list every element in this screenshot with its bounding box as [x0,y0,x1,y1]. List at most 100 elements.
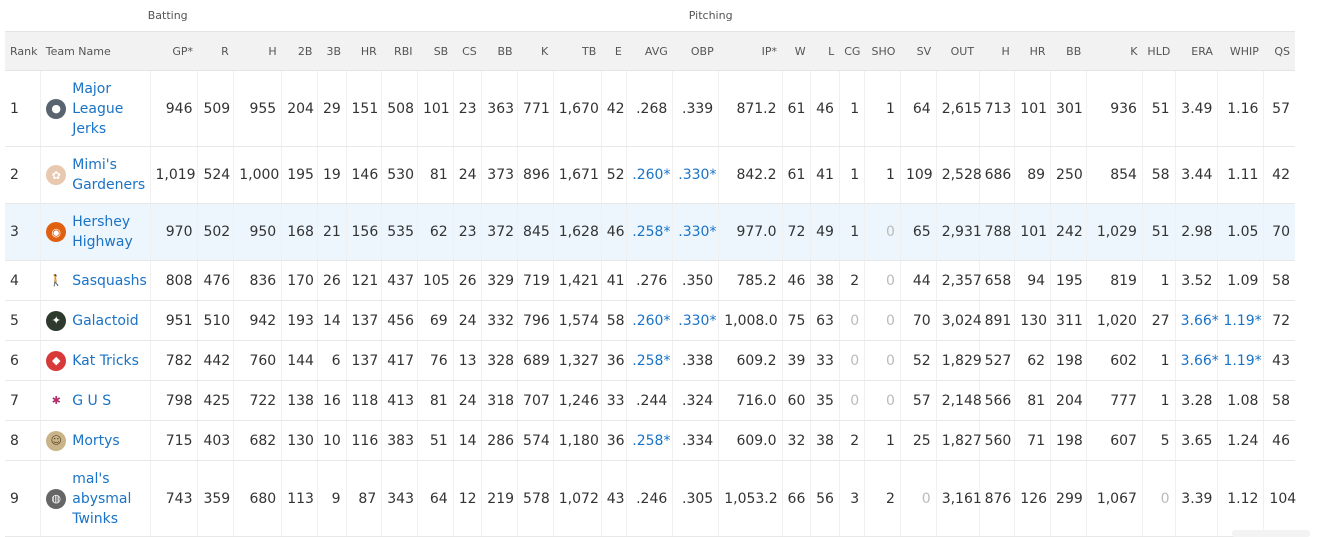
column-header-hr-7[interactable]: HR [346,31,382,71]
stat-cell-h: 658 [978,260,1015,301]
column-header-l-19[interactable]: L [810,31,840,71]
team-name-link[interactable]: Mortys [72,431,119,451]
stat-cell-out: 2,615 [935,70,982,147]
stat-cell-whip: 1.19* [1217,300,1264,341]
stat-cell-whip: 1.16 [1217,70,1264,147]
team-name-link[interactable]: Hershey Highway [72,212,144,252]
stat-cell-bb: 311 [1050,300,1087,341]
column-header-r-3[interactable]: R [197,31,234,71]
stat-cell-whip: 1.19* [1217,340,1264,381]
column-header-sv-22[interactable]: SV [900,31,937,71]
column-header-w-18[interactable]: W [782,31,811,71]
stat-cell-k: 602 [1085,340,1143,381]
stat-cell-ip: 609.0 [718,420,783,461]
stat-cell-l: 56 [810,460,840,537]
stat-cell-h: 566 [978,380,1015,421]
stat-cell-hr: 130 [1014,300,1051,341]
table-row[interactable]: 5 ✦ Galactoid 951 510 942 193 14 137 456 69 24 332 79… [5,300,1295,341]
stat-cell-k: 578 [517,460,554,537]
column-header-whip-30[interactable]: WHIP [1217,31,1264,71]
stat-cell-2b: 195 [281,146,318,204]
flower-avatar-icon: ✿ [46,165,67,185]
team-name-link[interactable]: Kat Tricks [72,351,139,371]
column-header-sho-21[interactable]: SHO [864,31,901,71]
stat-cell-era: 3.28 [1174,380,1218,421]
column-header-hld-28[interactable]: HLD [1142,31,1176,71]
rank-cell: 9 [5,460,41,537]
table-row[interactable]: 7 ✱ G U S 798 425 722 138 16 118 413 81 24 318 707 1,2… [5,380,1295,421]
stat-cell-h: 527 [978,340,1015,381]
team-cell: 🚶 Sasquashs [40,260,150,301]
stat-cell-gp: 1,019 [149,146,198,204]
column-header-3b-6[interactable]: 3B [317,31,347,71]
stat-cell-out: 1,829 [935,340,982,381]
team-name-link[interactable]: Sasquashs [72,271,147,291]
column-header-avg-15[interactable]: AVG [626,31,673,71]
stat-cell-r: 476 [197,260,234,301]
stat-cell-out: 3,024 [935,300,982,341]
stat-cell-whip: 1.08 [1217,380,1264,421]
table-row[interactable]: 8 ☺ Mortys 715 403 682 130 10 116 383 51 14 286 574 1,… [5,420,1295,461]
column-header-cs-10[interactable]: CS [453,31,482,71]
column-header-gp-2[interactable]: GP* [150,31,198,71]
column-header-h-24[interactable]: H [979,31,1015,71]
stat-cell-hr: 121 [345,260,382,301]
stat-cell-hld: 5 [1141,420,1176,461]
table-row[interactable]: 2 ✿ Mimi's Gardeners 1,019 524 1,000 195 19 146 5… [5,146,1295,204]
stat-cell-ip: 609.2 [718,340,783,381]
stat-cell-ip: 716.0 [718,380,783,421]
column-header-ip-17[interactable]: IP* [718,31,783,71]
stat-cell-hld: 27 [1141,300,1176,341]
stat-cell-gp: 715 [149,420,198,461]
column-header-e-14[interactable]: E [601,31,627,71]
stat-cell-ip: 785.2 [718,260,783,301]
stat-cell-e: 36 [600,340,627,381]
column-header-k-12[interactable]: K [517,31,554,71]
team-name-link[interactable]: mal's abysmal Twinks [72,469,144,529]
stat-cell-sb: 76 [416,340,454,381]
table-row[interactable]: 1 ● Major League Jerks 946 509 955 204 29 151 508… [5,70,1295,147]
stat-cell-era: 3.66* [1174,340,1219,381]
stat-cell-qs: 57 [1263,70,1295,147]
team-name-link[interactable]: Major League Jerks [72,79,144,139]
team-cell: ◉ Hershey Highway [40,203,150,261]
table-row[interactable]: 9 ◍ mal's abysmal Twinks 743 359 680 113 9 87 343… [5,460,1296,537]
stat-cell-tb: 1,671 [552,146,602,204]
stat-cell-cs: 24 [452,380,482,421]
stat-cell-e: 33 [600,380,627,421]
column-header-obp-16[interactable]: OBP [672,31,719,71]
stat-cell-3b: 10 [316,420,347,461]
column-header-team-name-1[interactable]: Team Name [40,31,150,71]
column-header-h-4[interactable]: H [233,31,282,71]
stat-cell-era: 3.44 [1174,146,1218,204]
stat-cell-2b: 130 [281,420,318,461]
column-header-hr-25[interactable]: HR [1014,31,1051,71]
stat-cell-e: 52 [600,146,627,204]
stat-cell-h: 686 [978,146,1015,204]
stat-cell-bb: 301 [1050,70,1087,147]
team-name-link[interactable]: Galactoid [72,311,138,331]
table-row[interactable]: 4 🚶 Sasquashs 808 476 836 170 26 121 437 105 26 329 7… [5,260,1295,301]
column-header-cg-20[interactable]: CG [839,31,865,71]
column-header-k-27[interactable]: K [1086,31,1143,71]
table-row[interactable]: 6 ◆ Kat Tricks 782 442 760 144 6 137 417 76 13 328 68… [5,340,1295,381]
stat-cell-sv: 0 [899,460,937,537]
column-header-qs-31[interactable]: QS [1263,31,1295,71]
column-header-2b-5[interactable]: 2B [281,31,318,71]
team-name-link[interactable]: G U S [72,391,111,411]
stat-cell-bb: 242 [1050,203,1087,261]
team-name-link[interactable]: Mimi's Gardeners [72,155,145,195]
column-header-bb-26[interactable]: BB [1050,31,1087,71]
column-header-out-23[interactable]: OUT [936,31,980,71]
column-header-era-29[interactable]: ERA [1175,31,1218,71]
standings-table: Batting Pitching Rank Team Name GP* R H 2B 3B H… [5,0,1296,537]
column-header-sb-9[interactable]: SB [417,31,454,71]
column-header-rbi-8[interactable]: RBI [381,31,418,71]
column-header-bb-11[interactable]: BB [481,31,518,71]
horizontal-scrollbar[interactable] [1232,530,1310,537]
column-header-tb-13[interactable]: TB [553,31,602,71]
table-row[interactable]: 3 ◉ Hershey Highway 970 502 950 168 21 156 535 62 2… [5,203,1295,261]
stat-cell-tb: 1,327 [552,340,602,381]
column-header-rank-0[interactable]: Rank [5,31,41,71]
stat-cell-qs: 46 [1263,420,1295,461]
